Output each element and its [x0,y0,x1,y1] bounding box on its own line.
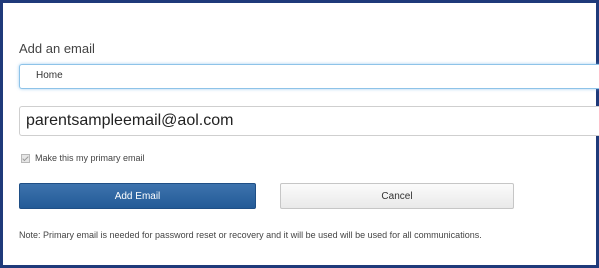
add-email-button[interactable]: Add Email [19,183,256,209]
primary-email-checkbox-row[interactable]: Make this my primary email [21,153,145,163]
email-input-value: parentsampleemail@aol.com [26,112,234,129]
add-email-panel: Add an email Home parentsampleemail@aol.… [0,0,599,268]
email-type-value: Home [36,70,63,81]
primary-email-label: Make this my primary email [35,153,145,163]
email-type-select[interactable]: Home [19,64,599,89]
form-heading: Add an email [19,41,95,56]
primary-email-checkbox[interactable] [21,153,30,163]
primary-email-note: Note: Primary email is needed for passwo… [19,230,482,240]
email-input[interactable]: parentsampleemail@aol.com [19,106,599,136]
cancel-button[interactable]: Cancel [280,183,514,209]
